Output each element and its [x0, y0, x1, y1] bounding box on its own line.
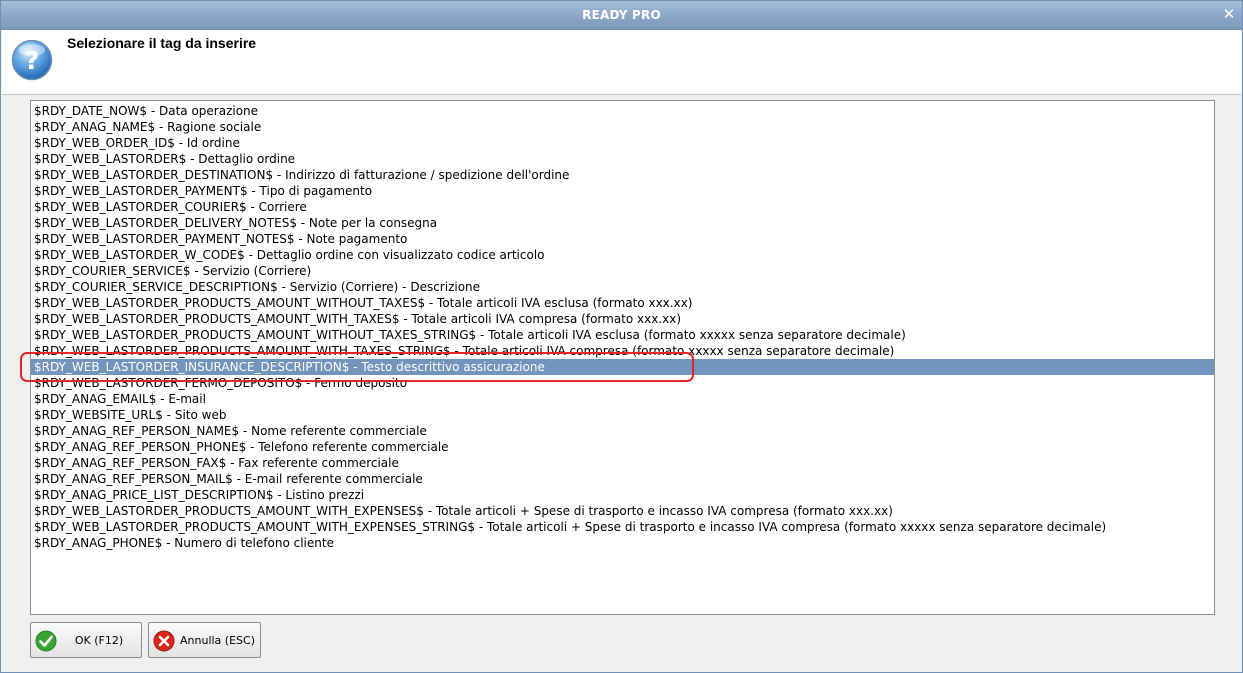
- list-item[interactable]: $RDY_ANAG_REF_PERSON_NAME$ - Nome refere…: [31, 423, 1214, 439]
- close-icon[interactable]: ✕: [1222, 7, 1236, 22]
- list-item[interactable]: $RDY_WEB_LASTORDER_DELIVERY_NOTES$ - Not…: [31, 215, 1214, 231]
- list-item[interactable]: $RDY_WEB_LASTORDER_DESTINATION$ - Indiri…: [31, 167, 1214, 183]
- list-item[interactable]: $RDY_WEB_ORDER_ID$ - Id ordine: [31, 135, 1214, 151]
- ok-button[interactable]: OK (F12): [30, 622, 142, 658]
- list-item[interactable]: $RDY_WEB_LASTORDER_PRODUCTS_AMOUNT_WITHO…: [31, 295, 1214, 311]
- list-item[interactable]: $RDY_WEB_LASTORDER_PRODUCTS_AMOUNT_WITH_…: [31, 311, 1214, 327]
- list-item[interactable]: $RDY_ANAG_PRICE_LIST_DESCRIPTION$ - List…: [31, 487, 1214, 503]
- list-item[interactable]: $RDY_WEB_LASTORDER_W_CODE$ - Dettaglio o…: [31, 247, 1214, 263]
- list-item[interactable]: $RDY_WEB_LASTORDER_PRODUCTS_AMOUNT_WITHO…: [31, 327, 1214, 343]
- cancel-icon: [153, 630, 175, 652]
- list-item[interactable]: $RDY_WEB_LASTORDER_INSURANCE_DESCRIPTION…: [31, 359, 1214, 375]
- list-item[interactable]: $RDY_WEB_LASTORDER_PAYMENT$ - Tipo di pa…: [31, 183, 1214, 199]
- tag-list: $RDY_DATE_NOW$ - Data operazione $RDY_ANA…: [31, 101, 1214, 551]
- dialog-header: ? Selezionare il tag da inserire: [2, 30, 1241, 95]
- list-item[interactable]: $RDY_ANAG_NAME$ - Ragione sociale: [31, 119, 1214, 135]
- cancel-button-label: Annulla (ESC): [180, 634, 255, 647]
- check-icon: [35, 630, 57, 652]
- question-icon: ?: [11, 39, 53, 81]
- list-item[interactable]: $RDY_WEB_LASTORDER_COURIER$ - Corriere: [31, 199, 1214, 215]
- ok-button-label: OK (F12): [74, 634, 124, 647]
- list-item[interactable]: $RDY_WEB_LASTORDER_PRODUCTS_AMOUNT_WITH_…: [31, 519, 1214, 535]
- svg-text:?: ?: [25, 46, 40, 75]
- window-title: READY PRO: [582, 8, 661, 22]
- list-item[interactable]: $RDY_WEB_LASTORDER_PAYMENT_NOTES$ - Note…: [31, 231, 1214, 247]
- dialog-window: READY PRO ✕ ? Selezionare il tag da inse…: [0, 0, 1243, 673]
- list-item[interactable]: $RDY_WEB_LASTORDER_PRODUCTS_AMOUNT_WITH_…: [31, 503, 1214, 519]
- prompt-text: Selezionare il tag da inserire: [67, 35, 257, 51]
- list-item[interactable]: $RDY_DATE_NOW$ - Data operazione: [31, 103, 1214, 119]
- list-item[interactable]: $RDY_COURIER_SERVICE_DESCRIPTION$ - Serv…: [31, 279, 1214, 295]
- list-item[interactable]: $RDY_ANAG_REF_PERSON_FAX$ - Fax referent…: [31, 455, 1214, 471]
- list-item[interactable]: $RDY_ANAG_EMAIL$ - E-mail: [31, 391, 1214, 407]
- list-item[interactable]: $RDY_WEB_LASTORDER$ - Dettaglio ordine: [31, 151, 1214, 167]
- list-item[interactable]: $RDY_ANAG_REF_PERSON_MAIL$ - E-mail refe…: [31, 471, 1214, 487]
- list-item[interactable]: $RDY_ANAG_REF_PERSON_PHONE$ - Telefono r…: [31, 439, 1214, 455]
- cancel-button[interactable]: Annulla (ESC): [148, 622, 261, 658]
- list-item[interactable]: $RDY_WEB_LASTORDER_FERMO_DEPOSITO$ - Fer…: [31, 375, 1214, 391]
- title-bar[interactable]: READY PRO ✕: [1, 1, 1242, 30]
- list-item[interactable]: $RDY_COURIER_SERVICE$ - Servizio (Corrie…: [31, 263, 1214, 279]
- list-item[interactable]: $RDY_WEBSITE_URL$ - Sito web: [31, 407, 1214, 423]
- list-item[interactable]: $RDY_WEB_LASTORDER_PRODUCTS_AMOUNT_WITH_…: [31, 343, 1214, 359]
- tag-listbox[interactable]: $RDY_DATE_NOW$ - Data operazione $RDY_ANA…: [30, 100, 1215, 615]
- list-item[interactable]: $RDY_ANAG_PHONE$ - Numero di telefono cl…: [31, 535, 1214, 551]
